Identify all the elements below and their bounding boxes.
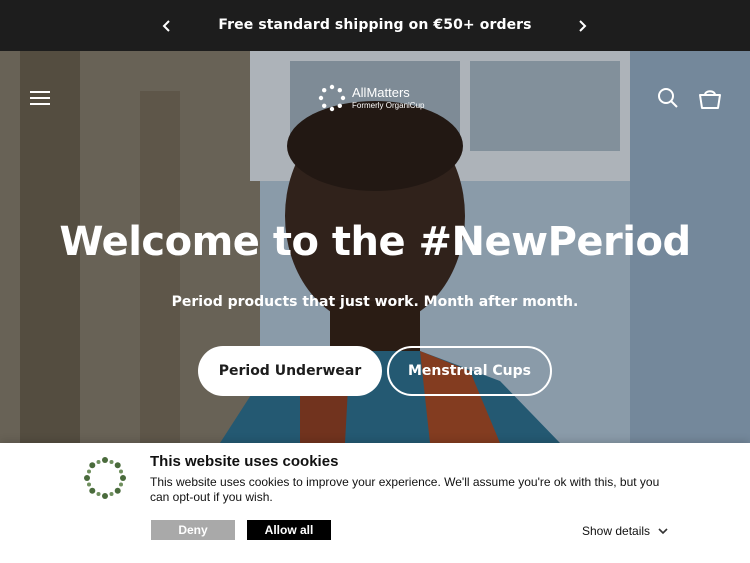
chevron-left-icon	[162, 19, 170, 32]
cart-icon	[699, 90, 721, 109]
hero-subtitle: Period products that just work. Month af…	[171, 294, 579, 310]
search-icon	[658, 88, 678, 108]
show-details-label: Show details	[582, 524, 651, 538]
cookie-icon	[84, 457, 126, 499]
show-details-toggle[interactable]: Show details	[582, 524, 668, 538]
period-underwear-button[interactable]: Period Underwear	[198, 346, 382, 396]
logo-mark-icon	[318, 84, 346, 112]
hero-section: AllMatters Formerly OrganiCup Welcome to…	[0, 51, 750, 443]
search-button[interactable]	[656, 86, 680, 110]
announcement-bar: Free standard shipping on €50+ orders	[0, 0, 750, 51]
deny-button[interactable]: Deny	[151, 520, 235, 540]
chevron-down-icon	[658, 528, 668, 535]
announcement-text: Free standard shipping on €50+ orders	[218, 17, 532, 33]
menu-button[interactable]	[28, 88, 52, 108]
allow-all-button[interactable]: Allow all	[247, 520, 331, 540]
logo-name: AllMatters	[352, 85, 410, 100]
cookie-body: This website uses cookies to improve you…	[150, 475, 660, 504]
site-logo[interactable]: AllMatters Formerly OrganiCup	[318, 82, 424, 114]
announcement-prev-button[interactable]	[152, 0, 182, 51]
cookie-banner: This website uses cookies This website u…	[0, 443, 750, 563]
announcement-next-button[interactable]	[567, 0, 597, 51]
menstrual-cups-button[interactable]: Menstrual Cups	[387, 346, 552, 396]
logo-tagline: Formerly OrganiCup	[352, 101, 425, 110]
hamburger-menu-icon	[30, 91, 50, 105]
hero-title: Welcome to the #NewPeriod	[59, 219, 691, 265]
cart-button[interactable]	[697, 86, 723, 110]
cookie-title: This website uses cookies	[150, 453, 339, 470]
chevron-right-icon	[579, 19, 587, 32]
